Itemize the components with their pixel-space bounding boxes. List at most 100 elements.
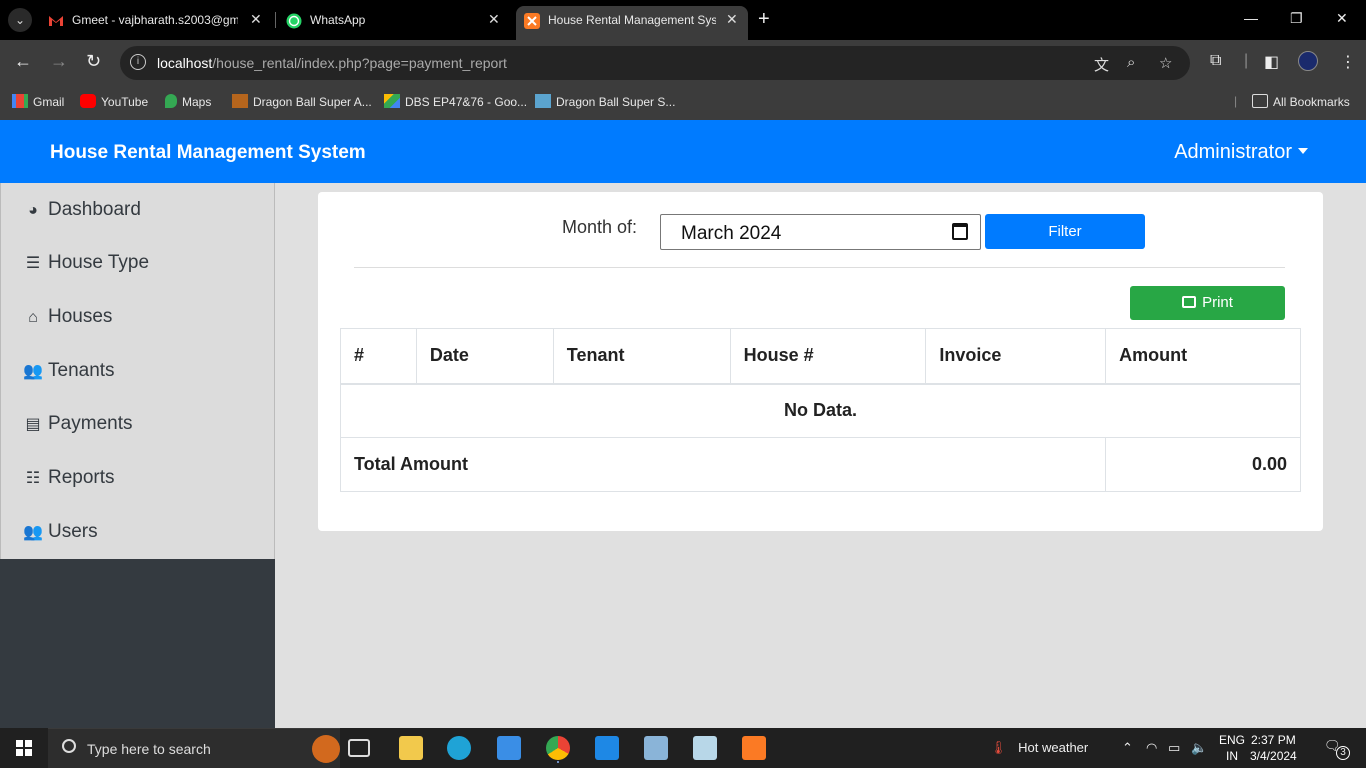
- bookmarks-bar: Gmail YouTube Maps Dragon Ball Super A..…: [0, 86, 1366, 120]
- table-row: No Data.: [340, 383, 1301, 438]
- maps-icon: [165, 94, 177, 108]
- close-tab-icon[interactable]: ✕: [726, 11, 738, 28]
- translate-icon[interactable]: 文: [1094, 54, 1109, 75]
- site-info-icon[interactable]: i: [130, 54, 146, 70]
- column-header-invoice: Invoice: [925, 328, 1107, 385]
- empty-message: No Data.: [340, 383, 1301, 438]
- tab-whatsapp[interactable]: WhatsApp ✕: [278, 6, 510, 40]
- chrome-icon[interactable]: [546, 736, 570, 760]
- sidebar-item-payments[interactable]: ▤ Payments: [23, 413, 132, 443]
- youtube-icon: [80, 94, 96, 108]
- battery-icon[interactable]: ▭: [1168, 740, 1180, 756]
- bookmarks-divider: |: [1234, 94, 1238, 108]
- forward-arrow-icon[interactable]: →: [50, 52, 68, 70]
- sidebar-item-users[interactable]: 👥 Users: [23, 521, 98, 551]
- close-tab-icon[interactable]: ✕: [488, 11, 500, 28]
- site-icon: [535, 94, 551, 108]
- total-label: Total Amount: [339, 437, 1107, 492]
- print-label: Print: [1202, 294, 1233, 311]
- browser-tab-bar: ⌄ Gmeet - vajbharath.s2003@gmail.com ✕ W…: [0, 0, 1366, 40]
- mail-icon[interactable]: [497, 736, 521, 760]
- print-button[interactable]: Print: [1130, 286, 1285, 320]
- users-icon: 👥: [23, 524, 43, 541]
- sidebar-item-tenants[interactable]: 👥 Tenants: [23, 360, 115, 390]
- bookmark-dbs-drive[interactable]: DBS EP47&76 - Goo...: [384, 94, 527, 109]
- search-placeholder: Type here to search: [87, 741, 211, 757]
- address-bar[interactable]: i localhost/house_rental/index.php?page=…: [120, 46, 1190, 80]
- clock-time: 2:37 PM: [1251, 733, 1296, 747]
- bookmark-dragon-ball-s[interactable]: Dragon Ball Super S...: [535, 94, 675, 109]
- filter-button[interactable]: Filter: [985, 214, 1145, 249]
- sidebar-item-house-type[interactable]: ☰ House Type: [23, 252, 149, 282]
- bookmark-gmail[interactable]: Gmail: [12, 94, 64, 109]
- total-row: Total Amount 0.00: [339, 437, 1301, 492]
- thermometer-icon: 🌡: [990, 740, 1007, 755]
- minimize-icon[interactable]: —: [1244, 10, 1258, 26]
- whatsapp-icon: [286, 13, 302, 29]
- caret-down-icon: [1298, 148, 1308, 154]
- chrome-menu-icon[interactable]: ⋮: [1340, 52, 1356, 72]
- xampp-icon[interactable]: [742, 736, 766, 760]
- volume-icon[interactable]: 🔈: [1191, 740, 1207, 756]
- column-header-house: House #: [729, 328, 927, 385]
- month-input[interactable]: March 2024: [660, 214, 981, 250]
- restore-icon[interactable]: ❐: [1290, 10, 1303, 27]
- tab-gmeet[interactable]: Gmeet - vajbharath.s2003@gmail.com ✕: [40, 6, 272, 40]
- list-icon: ☰: [25, 255, 41, 272]
- bookmark-star-icon[interactable]: ☆: [1159, 54, 1172, 72]
- sidebar-item-reports[interactable]: ☷ Reports: [23, 467, 115, 497]
- new-tab-icon[interactable]: +: [758, 9, 770, 29]
- store-icon[interactable]: [595, 736, 619, 760]
- close-tab-icon[interactable]: ✕: [250, 11, 262, 28]
- print-icon: [1182, 296, 1197, 308]
- home-icon: ⌂: [28, 309, 38, 326]
- weather-widget[interactable]: 🌡 Hot weather: [990, 740, 1088, 756]
- show-hidden-icons[interactable]: ⌃: [1122, 740, 1133, 756]
- tab-house-rental[interactable]: House Rental Management System ✕: [516, 6, 748, 40]
- notifications-button[interactable]: 🗨 3: [1324, 738, 1350, 760]
- drive-icon: [384, 94, 400, 108]
- divider: [354, 267, 1285, 268]
- windows-start-icon[interactable]: [16, 740, 32, 756]
- file-explorer-icon[interactable]: [399, 736, 423, 760]
- bookmark-maps[interactable]: Maps: [165, 94, 211, 109]
- user-friends-icon: 👥: [23, 363, 43, 380]
- bookmark-youtube[interactable]: YouTube: [80, 94, 148, 109]
- clock[interactable]: 2:37 PM 3/4/2024: [1250, 732, 1297, 764]
- side-panel-icon[interactable]: ◧: [1264, 52, 1279, 72]
- tab-title: House Rental Management System: [548, 13, 716, 27]
- back-arrow-icon[interactable]: ←: [14, 52, 32, 70]
- total-value: 0.00: [1105, 437, 1301, 492]
- user-menu-dropdown[interactable]: Administrator: [1174, 141, 1308, 164]
- close-window-icon[interactable]: ✕: [1336, 10, 1348, 27]
- list-alt-icon: ☷: [25, 470, 41, 487]
- file-invoice-icon: ▤: [25, 416, 41, 433]
- app-header: House Rental Management System Administr…: [0, 120, 1366, 183]
- calendar-icon[interactable]: [952, 223, 968, 240]
- tab-search-button[interactable]: ⌄: [8, 8, 32, 32]
- desktop-app-icon[interactable]: [644, 736, 668, 760]
- sidebar-item-houses[interactable]: ⌂ Houses: [23, 306, 112, 336]
- month-label: Month of:: [562, 217, 638, 237]
- edge-icon[interactable]: [447, 736, 471, 760]
- user-menu-label: Administrator: [1174, 141, 1292, 163]
- notepad-icon[interactable]: [693, 736, 717, 760]
- url-text[interactable]: localhost/house_rental/index.php?page=pa…: [157, 55, 507, 71]
- extensions-icon[interactable]: ⧉: [1210, 52, 1221, 70]
- wifi-icon[interactable]: ◠: [1146, 740, 1157, 756]
- taskbar-search[interactable]: Type here to search: [48, 728, 340, 768]
- reload-icon[interactable]: ↻: [86, 52, 101, 70]
- all-bookmarks-folder[interactable]: All Bookmarks: [1252, 94, 1350, 109]
- tachometer-icon: ◕: [28, 202, 38, 219]
- zoom-icon[interactable]: ⌕: [1127, 54, 1135, 71]
- search-icon: [62, 739, 76, 753]
- sidebar: ◕ Dashboard ☰ House Type ⌂ Houses 👥 Tenants …: [0, 183, 275, 728]
- task-view-icon[interactable]: [348, 739, 370, 757]
- xampp-icon: [524, 13, 540, 29]
- sidebar-item-dashboard[interactable]: ◕ Dashboard: [23, 199, 141, 229]
- language-indicator[interactable]: ENG IN: [1219, 732, 1245, 764]
- profile-avatar[interactable]: [1298, 51, 1318, 71]
- bookmark-dragon-ball-a[interactable]: Dragon Ball Super A...: [232, 94, 372, 109]
- windows-taskbar: Type here to search 🌡 Hot weather ⌃ ◠ ▭ …: [0, 728, 1366, 768]
- payment-report-card: Month of: March 2024 Filter Print # Date…: [318, 192, 1323, 531]
